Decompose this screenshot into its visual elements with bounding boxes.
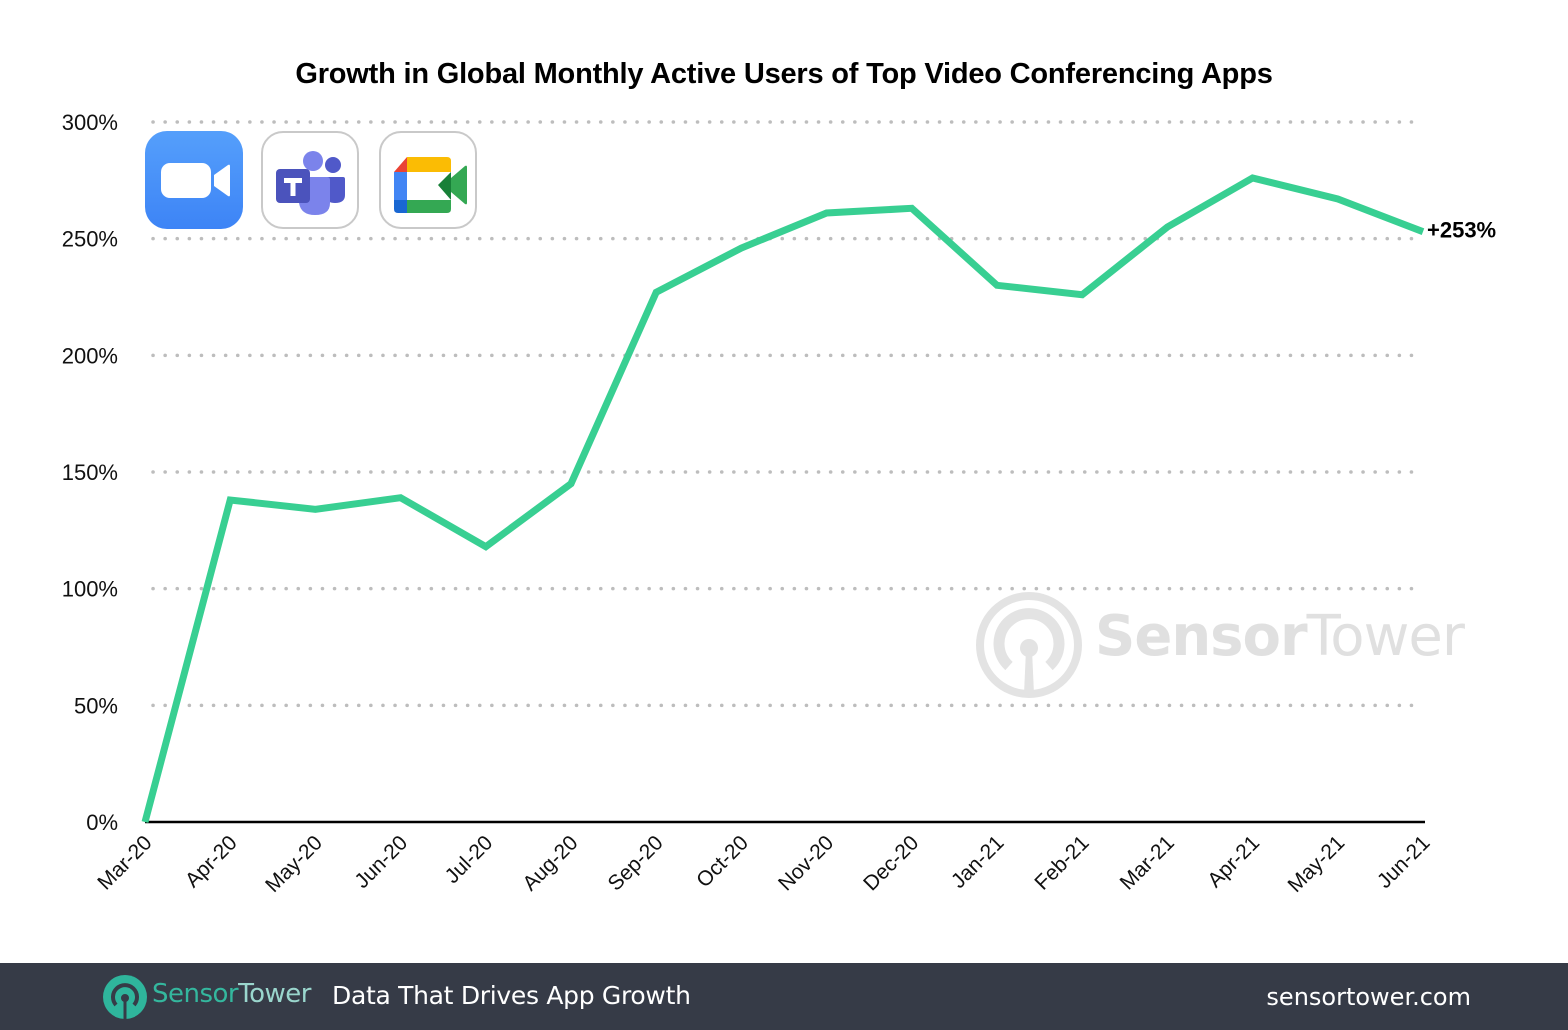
x-tick-label: Apr-20 <box>181 831 242 892</box>
y-tick-label: 0% <box>86 810 118 835</box>
x-tick-label: Oct-20 <box>692 831 753 892</box>
sensortower-logo-icon <box>103 975 147 1019</box>
y-tick-label: 50% <box>74 693 118 718</box>
x-tick-label: Mar-20 <box>93 831 156 894</box>
x-tick-label: Jun-20 <box>350 831 412 893</box>
teams-icon <box>261 131 359 229</box>
x-tick-label: Nov-20 <box>774 831 838 895</box>
y-axis-ticks: 0% 50% 100% 150% 200% 250% 300% <box>62 110 118 835</box>
footer-bar: SensorTower Data That Drives App Growth … <box>0 963 1568 1030</box>
x-tick-label: May-20 <box>261 831 327 897</box>
watermark-text: SensorTower <box>1095 604 1465 669</box>
x-tick-label: May-21 <box>1284 831 1350 897</box>
x-tick-label: Dec-20 <box>859 831 923 895</box>
y-tick-label: 200% <box>62 343 118 368</box>
y-tick-label: 250% <box>62 227 118 252</box>
end-value-label: +253% <box>1427 218 1496 243</box>
footer-tagline: Data That Drives App Growth <box>332 981 691 1010</box>
x-tick-label: Feb-21 <box>1030 831 1093 894</box>
series-line <box>141 174 1425 823</box>
y-tick-label: 300% <box>62 110 118 135</box>
x-tick-label: Aug-20 <box>518 831 582 895</box>
x-axis-ticks: Mar-20 Apr-20 May-20 Jun-20 Jul-20 Aug-20 Sep-… <box>93 831 1434 897</box>
x-tick-label: Jun-21 <box>1373 831 1435 893</box>
footer-url[interactable]: sensortower.com <box>1266 983 1471 1011</box>
series-layer <box>141 174 1425 823</box>
google-meet-icon <box>379 131 477 229</box>
x-tick-label: Jan-21 <box>947 831 1009 893</box>
x-tick-label: Sep-20 <box>604 831 668 895</box>
x-tick-label: Apr-21 <box>1203 831 1264 892</box>
sensortower-watermark: SensorTower <box>975 590 1465 700</box>
x-tick-label: Mar-21 <box>1116 831 1179 894</box>
y-tick-label: 150% <box>62 460 118 485</box>
zoom-icon <box>145 131 243 229</box>
x-tick-label: Jul-20 <box>441 831 498 888</box>
footer-brand: SensorTower <box>152 979 311 1009</box>
y-tick-label: 100% <box>62 577 118 602</box>
sensortower-watermark-icon <box>976 592 1082 698</box>
